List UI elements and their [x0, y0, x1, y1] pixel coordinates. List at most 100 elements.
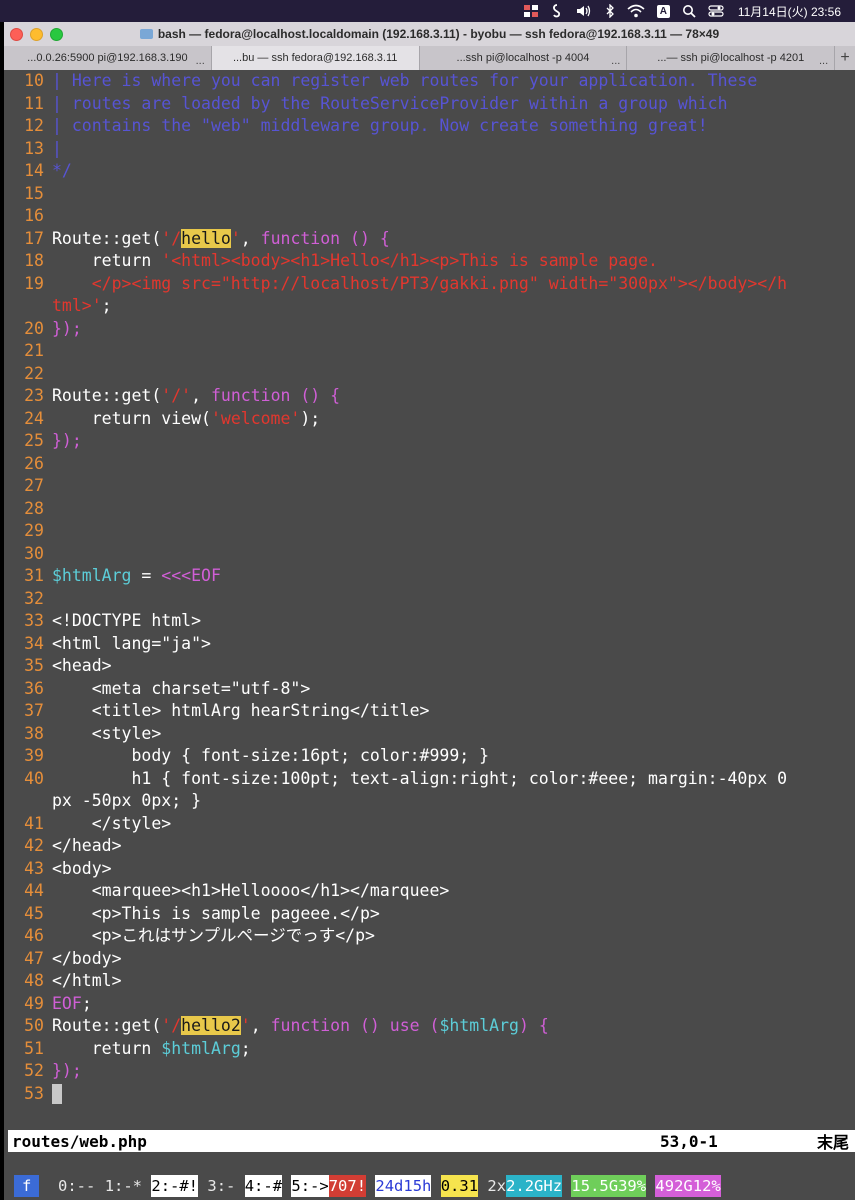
code-text: h1 { font-size:100pt; text-align:right; …: [52, 768, 787, 791]
bluetooth-icon[interactable]: [605, 4, 615, 18]
window-titlebar[interactable]: bash — fedora@localhost.localdomain (192…: [4, 22, 855, 46]
code-line: 37 <title> htmlArg hearString</title>: [4, 700, 855, 723]
code-line: 24 return view('welcome');: [4, 408, 855, 431]
line-number: 51: [24, 1038, 44, 1058]
code-token: ) {: [518, 1016, 549, 1035]
tab-ssh-pi-4004[interactable]: ...ssh pi@localhost -p 4004 ...: [420, 46, 628, 70]
code-token: ;: [240, 1038, 251, 1058]
code-line: 42 </head>: [4, 835, 855, 858]
line-number: 41: [24, 813, 44, 833]
byobu-window-4[interactable]: 4:-#: [244, 1175, 283, 1197]
code-token: });: [52, 318, 82, 338]
code-text: return $htmlArg;: [52, 1038, 251, 1061]
byobu-gap: [366, 1175, 375, 1197]
code-token: EOF: [52, 993, 82, 1013]
tab-overflow-indicator: ...: [611, 55, 621, 67]
line-number: 16: [24, 206, 44, 225]
code-token: $htmlArg: [161, 1038, 241, 1058]
vim-editor[interactable]: 10 | Here is where you can register web r…: [4, 70, 855, 1110]
line-number: 14: [24, 161, 44, 180]
window-title: bash — fedora@localhost.localdomain (192…: [4, 22, 855, 46]
code-token: <p>This is sample pageee.</p>: [52, 903, 380, 923]
line-number: 34: [24, 633, 44, 653]
code-line: 33 <!DOCTYPE html>: [4, 610, 855, 633]
control-center-icon[interactable]: [708, 4, 724, 18]
code-line: 48 </html>: [4, 970, 855, 993]
code-line: tml>';: [4, 295, 855, 318]
code-text: });: [52, 318, 82, 341]
code-text: </p><img src="http://localhost/PT3/gakki…: [52, 273, 787, 296]
code-text: <p>This is sample pageee.</p>: [52, 903, 380, 926]
byobu-memory: 15.5G39%: [571, 1175, 647, 1197]
app-status-icon[interactable]: [523, 4, 539, 18]
code-token: h1 { font-size:100pt; text-align:right; …: [52, 768, 788, 788]
code-token: */: [52, 161, 72, 180]
code-text: <marquee><h1>Helloooo</h1></marquee>: [52, 880, 450, 903]
line-number: [4, 790, 52, 813]
code-text: <!DOCTYPE html>: [52, 610, 201, 633]
code-line: 22: [4, 363, 855, 386]
line-number: 37: [24, 701, 44, 720]
code-token: '/: [161, 228, 182, 248]
status-cursor-position: 53,0-1: [660, 1131, 718, 1151]
line-number: 47: [24, 948, 44, 968]
tab-label: ...— ssh pi@localhost -p 4201: [657, 52, 805, 64]
folder-icon: [139, 29, 153, 39]
byobu-window-2[interactable]: 2:-#!: [151, 1175, 199, 1197]
code-token: </p><img src="http://localhost/PT3/gakki…: [52, 273, 788, 293]
byobu-window-0-label: 0:--: [58, 1177, 105, 1195]
byobu-window-3[interactable]: 3:-: [198, 1175, 245, 1197]
tab-ssh-pi-4201[interactable]: ...— ssh pi@localhost -p 4201 ...: [627, 46, 836, 70]
code-token: </body>: [52, 948, 122, 968]
wifi-icon[interactable]: [627, 4, 645, 18]
code-token: '<html><body><h1>Hello</h1><p>This is sa…: [161, 251, 658, 270]
close-window-button[interactable]: [10, 27, 23, 41]
line-number: 15: [24, 183, 44, 203]
minimize-window-button[interactable]: [30, 27, 43, 41]
code-text: | contains the "web" middleware group. N…: [52, 115, 708, 138]
code-text: [52, 1083, 62, 1106]
byobu-logo: f: [14, 1175, 40, 1197]
line-number: 49: [24, 993, 44, 1013]
code-token: <style>: [52, 723, 162, 743]
code-token: <head>: [52, 656, 112, 675]
byobu-window-1[interactable]: 1:-*: [105, 1175, 152, 1197]
line-number: 50: [24, 1016, 44, 1035]
line-number: 39: [24, 746, 44, 765]
line-number: 36: [24, 678, 44, 698]
byobu-window-5[interactable]: 5:->: [291, 1175, 329, 1197]
input-source-icon[interactable]: A: [656, 4, 670, 18]
code-line: 49 EOF;: [4, 993, 855, 1016]
code-token: </html>: [52, 971, 122, 990]
line-number: 21: [24, 341, 44, 360]
code-token: <title> htmlArg hearString</title>: [52, 701, 430, 720]
byobu-gap: [431, 1175, 440, 1197]
code-line: 28: [4, 498, 855, 521]
new-tab-button[interactable]: +: [835, 46, 855, 70]
tab-overflow-indicator: ...: [818, 55, 829, 67]
code-token: ;: [101, 296, 112, 315]
line-number: 23: [24, 386, 44, 405]
code-token: </style>: [52, 813, 172, 833]
code-text: </style>: [52, 813, 171, 836]
menubar-clock[interactable]: 11月14日(火) 23:56: [738, 3, 841, 20]
skype-icon[interactable]: [551, 4, 563, 18]
code-line: 32: [4, 588, 855, 611]
code-token: | routes are loaded by the RouteServiceP…: [52, 93, 728, 113]
code-token: </head>: [52, 836, 122, 855]
code-token: return view(: [52, 408, 211, 428]
code-line: 41 </style>: [4, 813, 855, 836]
code-line: 23 Route::get('/', function () {: [4, 385, 855, 408]
volume-icon[interactable]: [575, 4, 593, 18]
byobu-window-0[interactable]: 0:--: [39, 1175, 104, 1197]
code-token: '/: [161, 1016, 182, 1035]
line-number: 20: [24, 318, 44, 338]
tab-vnc-pi[interactable]: ...0.0.26:5900 pi@192.168.3.190 ...: [4, 46, 212, 70]
spotlight-search-icon[interactable]: [682, 4, 696, 18]
line-number: 18: [24, 251, 44, 270]
code-text: |: [52, 138, 62, 161]
zoom-window-button[interactable]: [50, 27, 63, 41]
window-controls: [10, 27, 70, 41]
tab-ssh-fedora[interactable]: ...bu — ssh fedora@192.168.3.11: [211, 46, 420, 70]
code-line: 44 <marquee><h1>Helloooo</h1></marquee>: [4, 880, 855, 903]
